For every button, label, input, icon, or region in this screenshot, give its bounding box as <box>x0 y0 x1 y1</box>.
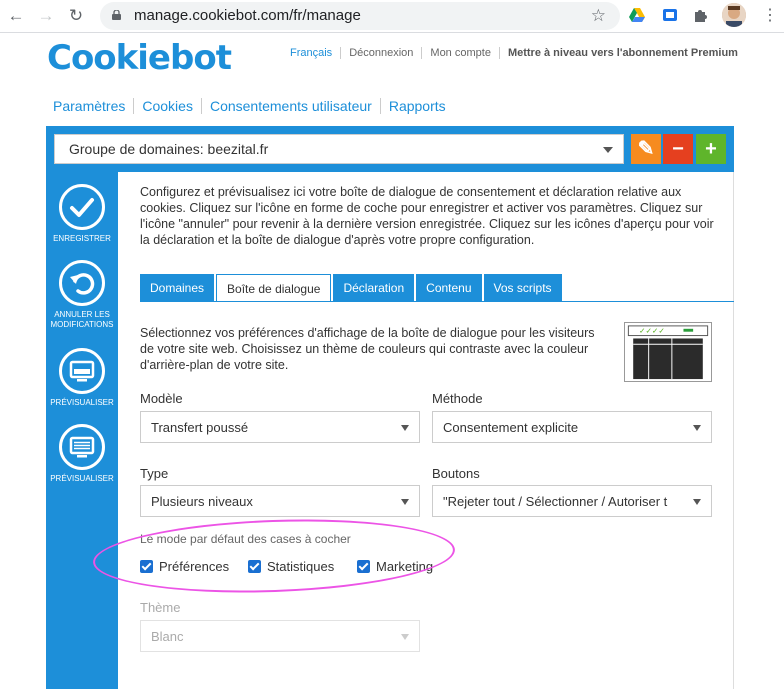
save-label: ENREGISTRER <box>53 234 111 243</box>
type-label: Type <box>140 466 169 481</box>
theme-label: Thème <box>140 600 181 615</box>
top-links: Français Déconnexion Mon compte Mettre à… <box>290 47 746 59</box>
boutons-value: "Rejeter tout / Sélectionner / Autoriser… <box>443 494 668 509</box>
preview-declaration-button[interactable]: PRÉVISUALISER <box>46 424 118 484</box>
chevron-down-icon <box>401 425 409 431</box>
domain-group-select[interactable]: Groupe de domaines: beezital.fr <box>54 134 624 164</box>
add-button[interactable]: + <box>696 134 726 164</box>
avatar[interactable] <box>722 3 746 27</box>
edit-button[interactable]: ✎ <box>631 134 661 164</box>
chevron-down-icon <box>693 425 701 431</box>
checkmark-icon <box>59 184 105 230</box>
link-upgrade[interactable]: Mettre à niveau vers l'abonnement Premiu… <box>498 47 746 59</box>
reload-icon[interactable]: ↻ <box>66 6 86 26</box>
browser-toolbar: ← → ↻ manage.cookiebot.com/fr/manage ☆ ⋮ <box>0 0 784 33</box>
domain-group-value: Groupe de domaines: beezital.fr <box>69 141 269 157</box>
link-logout[interactable]: Déconnexion <box>340 47 421 59</box>
type-value: Plusieurs niveaux <box>151 494 253 509</box>
back-arrow-icon[interactable]: ← <box>6 6 26 26</box>
tab-divider <box>140 301 734 302</box>
menu-icon[interactable]: ⋮ <box>762 5 778 25</box>
url-text: manage.cookiebot.com/fr/manage <box>134 7 361 24</box>
tab-vos-scripts[interactable]: Vos scripts <box>483 274 562 302</box>
modele-label: Modèle <box>140 391 183 406</box>
monitor-text-icon <box>59 424 105 470</box>
chevron-down-icon <box>603 147 613 153</box>
chevron-down-icon <box>401 499 409 505</box>
address-bar[interactable]: manage.cookiebot.com/fr/manage ☆ <box>100 2 620 30</box>
plus-icon: + <box>705 138 717 160</box>
methode-select[interactable]: Consentement explicite <box>432 411 712 443</box>
nav-item-parametres[interactable]: Paramètres <box>53 98 133 114</box>
chevron-down-icon <box>401 634 409 640</box>
theme-value: Blanc <box>151 629 184 644</box>
preview-dialog-label: PRÉVISUALISER <box>50 398 114 407</box>
modele-select[interactable]: Transfert poussé <box>140 411 420 443</box>
link-language[interactable]: Français <box>290 47 340 59</box>
preview-declaration-label: PRÉVISUALISER <box>50 474 114 483</box>
save-button[interactable]: ENREGISTRER <box>46 184 118 244</box>
tab-contenu[interactable]: Contenu <box>416 274 482 302</box>
modele-value: Transfert poussé <box>151 420 249 435</box>
minus-icon: − <box>672 138 684 160</box>
nav-item-cookies[interactable]: Cookies <box>133 98 201 114</box>
cookiebot-logo[interactable]: Cookiebot <box>47 38 232 78</box>
nav-item-consentements[interactable]: Consentements utilisateur <box>200 98 380 114</box>
methode-label: Méthode <box>432 391 483 406</box>
link-account[interactable]: Mon compte <box>421 47 499 59</box>
theme-select: Blanc <box>140 620 420 652</box>
svg-text:✓✓✓✓: ✓✓✓✓ <box>639 327 665 336</box>
sidebar: ENREGISTRER ANNULER LES MODIFICATIONS PR… <box>46 172 118 689</box>
type-select[interactable]: Plusieurs niveaux <box>140 485 420 517</box>
forward-arrow-icon[interactable]: → <box>36 6 56 26</box>
main-nav: Paramètres Cookies Consentements utilisa… <box>53 98 454 114</box>
bookmark-star-icon[interactable]: ☆ <box>591 6 606 26</box>
tab-bar: Domaines Boîte de dialogue Déclaration C… <box>140 274 564 302</box>
monitor-icon <box>59 348 105 394</box>
lock-icon <box>112 10 121 20</box>
preview-dialog-button[interactable]: PRÉVISUALISER <box>46 348 118 408</box>
chevron-down-icon <box>693 499 701 505</box>
tab-boite-de-dialogue[interactable]: Boîte de dialogue <box>216 274 332 302</box>
dialog-description: Sélectionnez vos préférences d'affichage… <box>140 326 595 372</box>
boutons-label: Boutons <box>432 466 480 481</box>
drive-icon[interactable] <box>628 6 646 24</box>
tab-declaration[interactable]: Déclaration <box>333 274 415 302</box>
nav-item-rapports[interactable]: Rapports <box>379 98 454 114</box>
methode-value: Consentement explicite <box>443 420 579 435</box>
undo-label: ANNULER LES MODIFICATIONS <box>50 310 114 329</box>
extension-icon[interactable] <box>661 6 679 24</box>
tab-domaines[interactable]: Domaines <box>140 274 215 302</box>
pencil-icon: ✎ <box>637 138 655 160</box>
dialog-preview-icon: ✓✓✓✓ <box>624 322 712 382</box>
boutons-select[interactable]: "Rejeter tout / Sélectionner / Autoriser… <box>432 485 712 517</box>
puzzle-icon[interactable] <box>692 6 710 24</box>
undo-icon <box>59 260 105 306</box>
intro-text: Configurez et prévisualisez ici votre bo… <box>140 185 714 247</box>
undo-button[interactable]: ANNULER LES MODIFICATIONS <box>46 260 118 330</box>
remove-button[interactable]: − <box>663 134 693 164</box>
